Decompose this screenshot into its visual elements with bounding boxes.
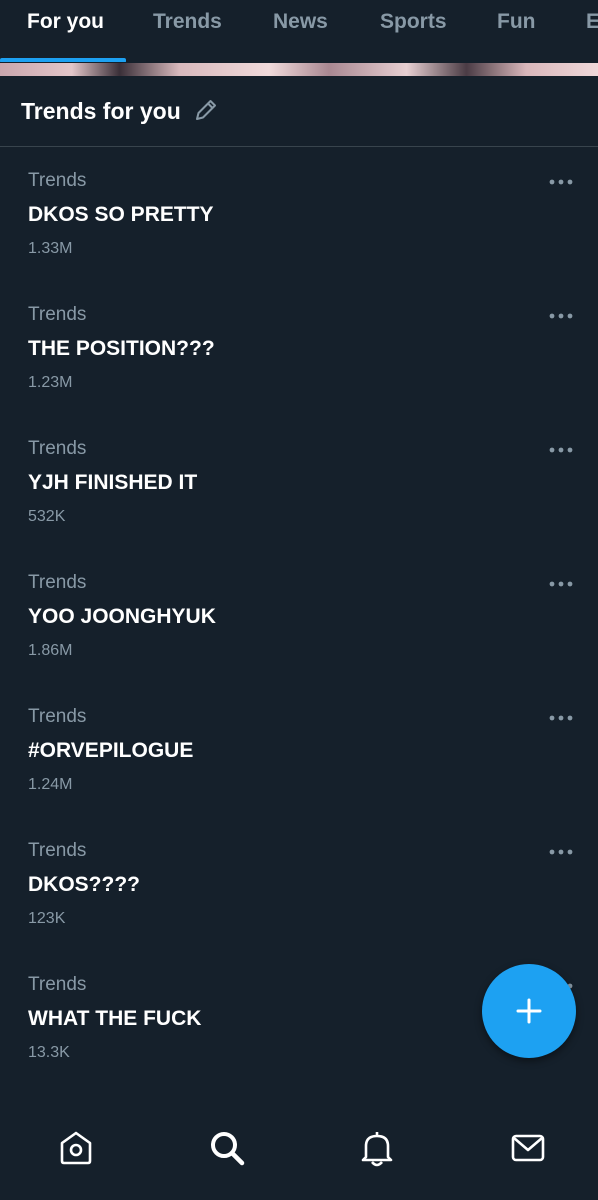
- more-options-icon[interactable]: [547, 443, 575, 457]
- trend-category: Trends: [28, 840, 87, 861]
- trend-category: Trends: [28, 572, 87, 593]
- trend-title: #ORVEPILOGUE: [28, 739, 194, 762]
- trend-count: 1.24M: [28, 776, 73, 793]
- trend-count: 123K: [28, 910, 66, 927]
- home-icon[interactable]: [57, 1128, 95, 1168]
- trend-category: Trends: [28, 974, 87, 995]
- more-options-icon[interactable]: [547, 175, 575, 189]
- tab-trends[interactable]: Trends: [153, 10, 222, 34]
- search-icon[interactable]: [208, 1128, 246, 1168]
- trend-item[interactable]: Trends YOO JOONGHYUK 1.86M: [0, 572, 598, 706]
- trend-count: 13.3K: [28, 1044, 70, 1061]
- trend-category: Trends: [28, 706, 87, 727]
- trend-title: DKOS????: [28, 873, 140, 896]
- trend-category: Trends: [28, 304, 87, 325]
- bell-icon[interactable]: [358, 1128, 396, 1168]
- tab-fun[interactable]: Fun: [497, 10, 535, 34]
- trend-count: 532K: [28, 508, 66, 525]
- top-tab-bar: For you Trends News Sports Fun E: [0, 0, 598, 62]
- trend-count: 1.33M: [28, 240, 73, 257]
- bottom-navigation: [0, 1100, 598, 1200]
- banner-image[interactable]: [0, 63, 598, 76]
- active-tab-indicator: [0, 58, 126, 62]
- trend-title: YJH FINISHED IT: [28, 471, 198, 494]
- trend-item[interactable]: Trends YJH FINISHED IT 532K: [0, 438, 598, 572]
- trend-count: 1.86M: [28, 642, 73, 659]
- compose-tweet-button[interactable]: [482, 964, 576, 1058]
- section-title: Trends for you: [21, 98, 181, 124]
- trend-item[interactable]: Trends THE POSITION??? 1.23M: [0, 304, 598, 438]
- more-options-icon[interactable]: [547, 711, 575, 725]
- trend-title: DKOS SO PRETTY: [28, 203, 214, 226]
- trend-count: 1.23M: [28, 374, 73, 391]
- more-options-icon[interactable]: [547, 577, 575, 591]
- trend-title: WHAT THE FUCK: [28, 1007, 202, 1030]
- plus-icon: [516, 998, 542, 1024]
- trend-item[interactable]: Trends #ORVEPILOGUE 1.24M: [0, 706, 598, 840]
- trend-title: THE POSITION???: [28, 337, 215, 360]
- tab-entertainment[interactable]: E: [586, 10, 598, 34]
- trend-category: Trends: [28, 438, 87, 459]
- pencil-icon[interactable]: [193, 97, 219, 123]
- more-options-icon[interactable]: [547, 309, 575, 323]
- section-header: Trends for you: [0, 76, 598, 147]
- tab-for-you[interactable]: For you: [27, 10, 104, 34]
- trend-item[interactable]: Trends DKOS SO PRETTY 1.33M: [0, 170, 598, 304]
- mail-icon[interactable]: [509, 1128, 547, 1168]
- tab-news[interactable]: News: [273, 10, 328, 34]
- trend-category: Trends: [28, 170, 87, 191]
- trend-title: YOO JOONGHYUK: [28, 605, 216, 628]
- tab-sports[interactable]: Sports: [380, 10, 447, 34]
- more-options-icon[interactable]: [547, 845, 575, 859]
- trend-item[interactable]: Trends DKOS???? 123K: [0, 840, 598, 974]
